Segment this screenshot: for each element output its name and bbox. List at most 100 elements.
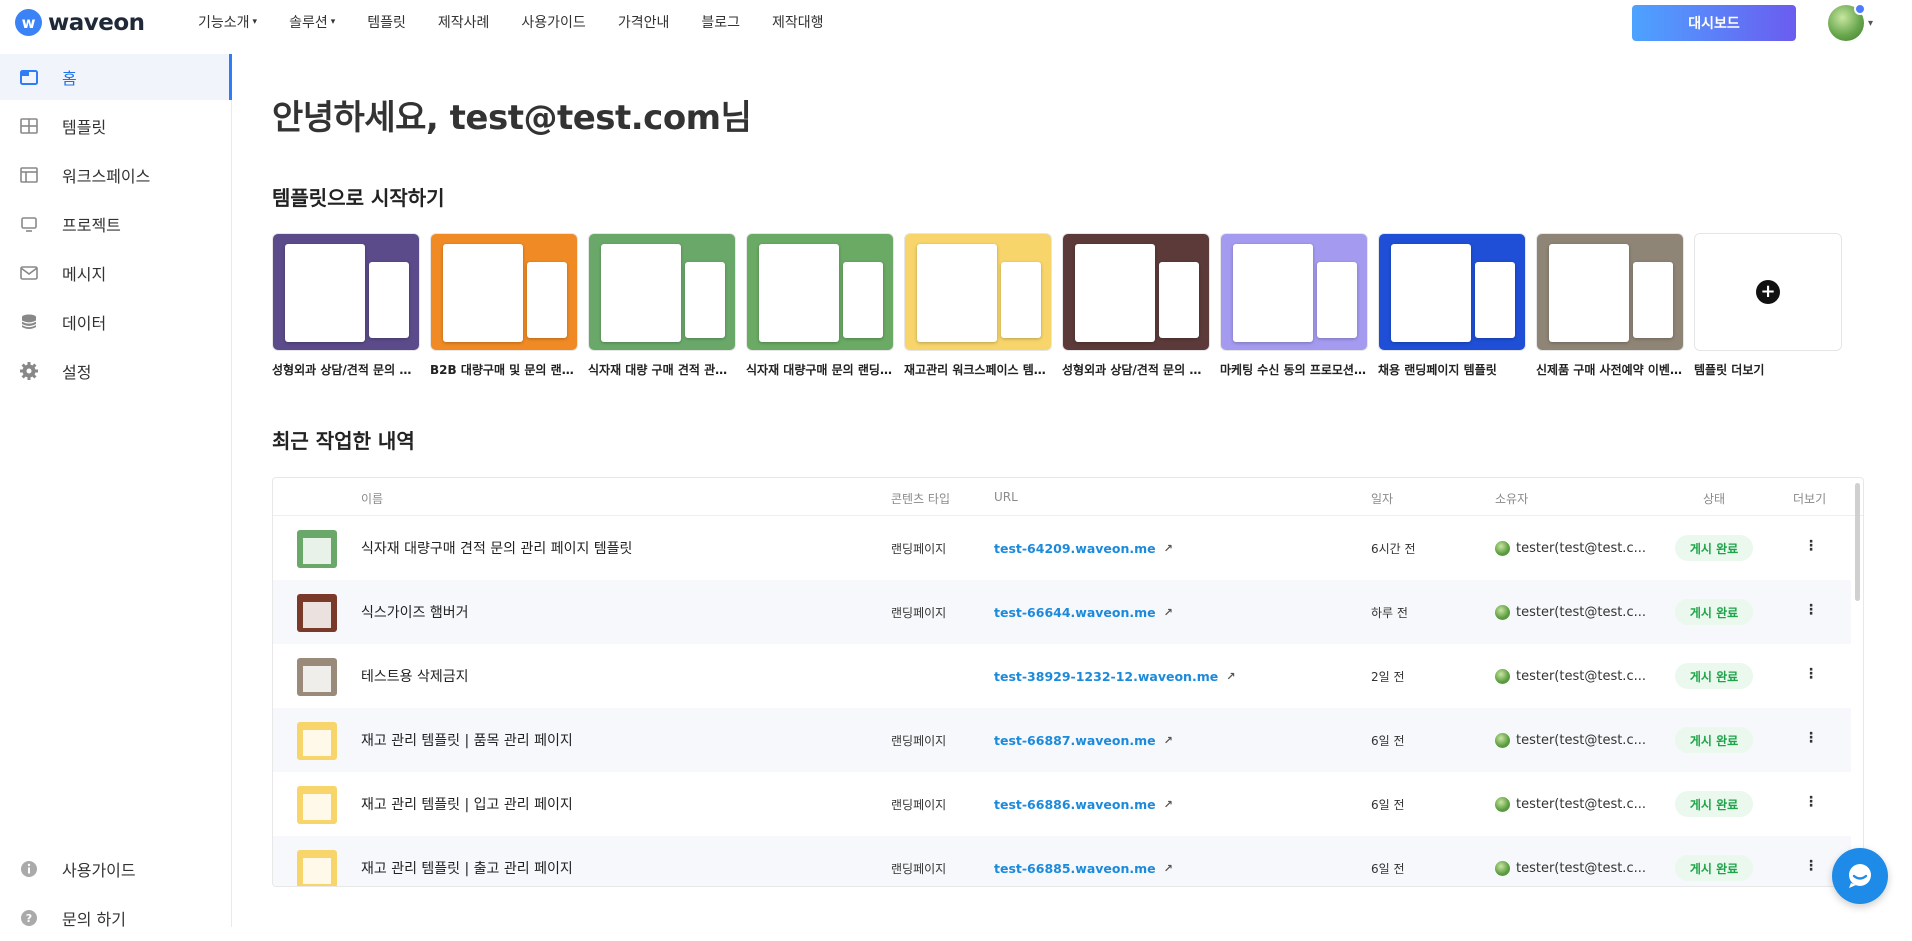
status-badge: 게시 완료 bbox=[1675, 855, 1753, 881]
more-options-icon[interactable]: ⋮ bbox=[1803, 666, 1819, 686]
user-menu[interactable]: ▾ bbox=[1828, 3, 1874, 41]
nav-item-6[interactable]: 블로그 bbox=[701, 12, 740, 32]
header-owner: 소유자 bbox=[1495, 492, 1529, 506]
template-card[interactable]: 식자재 대량 구매 견적 관리 페이지 bbox=[588, 233, 736, 378]
nav-item-label: 블로그 bbox=[701, 15, 740, 31]
template-name: 성형외과 상담/견적 문의 랜딩페이지 bbox=[1062, 363, 1210, 377]
row-type: 랜딩페이지 bbox=[891, 861, 947, 876]
sidebar: 홈 템플릿 워크스페이스 프로젝트 메시지 데이터 설정 사용가이드? 문의 하기 bbox=[0, 54, 232, 929]
external-link-icon: ↗ bbox=[1226, 669, 1236, 683]
template-card[interactable]: 채용 랜딩페이지 템플릿 bbox=[1378, 233, 1526, 378]
more-options-icon[interactable]: ⋮ bbox=[1803, 794, 1819, 814]
template-name: B2B 대량구매 및 문의 랜딩페이지 bbox=[430, 363, 578, 377]
table-row[interactable]: 재고 관리 템플릿 | 입고 관리 페이지 랜딩페이지 test-66886.wav… bbox=[273, 772, 1851, 836]
table-row[interactable]: 테스트용 삭제금지 test-38929-1232-12.waveon.me ↗ 2일… bbox=[273, 644, 1851, 708]
nav-item-7[interactable]: 제작대행 bbox=[772, 12, 824, 32]
sidebar-item-label: 문의 하기 bbox=[62, 910, 126, 929]
nav-item-4[interactable]: 사용가이드 bbox=[521, 12, 585, 32]
row-owner: tester(test@test.c... bbox=[1495, 516, 1646, 580]
template-thumbnail bbox=[430, 233, 578, 351]
row-type: 랜딩페이지 bbox=[891, 605, 947, 620]
template-name: 채용 랜딩페이지 템플릿 bbox=[1378, 363, 1497, 377]
sidebar-bottom-item-1[interactable]: ? 문의 하기 bbox=[0, 895, 232, 941]
nav-item-5[interactable]: 가격안내 bbox=[618, 12, 670, 32]
owner-name: tester(test@test.c... bbox=[1516, 604, 1646, 620]
row-name: 테스트용 삭제금지 bbox=[361, 669, 469, 685]
row-owner: tester(test@test.c... bbox=[1495, 708, 1646, 772]
template-card[interactable]: B2B 대량구매 및 문의 랜딩페이지 bbox=[430, 233, 578, 378]
row-url-link[interactable]: test-64209.waveon.me ↗ bbox=[994, 516, 1173, 580]
nav-item-2[interactable]: 템플릿 bbox=[367, 12, 406, 32]
logo-text: waveon bbox=[48, 9, 145, 36]
more-templates-card[interactable]: + 템플릿 더보기 bbox=[1694, 233, 1842, 378]
notification-dot bbox=[1854, 3, 1866, 15]
sidebar-item-label: 프로젝트 bbox=[62, 216, 121, 235]
more-options-icon[interactable]: ⋮ bbox=[1803, 730, 1819, 750]
status-badge: 게시 완료 bbox=[1675, 791, 1753, 817]
table-header: 이름 콘텐츠 타입 URL 일자 소유자 상태 더보기 bbox=[273, 478, 1863, 516]
sidebar-item-3[interactable]: 프로젝트 bbox=[0, 201, 232, 247]
sidebar-item-label: 설정 bbox=[62, 363, 92, 382]
info-icon bbox=[18, 858, 40, 880]
nav-item-1[interactable]: 솔루션 ▾ bbox=[289, 12, 335, 32]
template-thumbnail bbox=[1536, 233, 1684, 351]
template-card[interactable]: 마케팅 수신 동의 프로모션 페이지 bbox=[1220, 233, 1368, 378]
header-url: URL bbox=[994, 490, 1018, 504]
chat-button[interactable] bbox=[1832, 848, 1888, 904]
row-name: 재고 관리 템플릿 | 출고 관리 페이지 bbox=[361, 861, 573, 877]
owner-avatar bbox=[1495, 604, 1510, 620]
chevron-down-icon: ▾ bbox=[1868, 17, 1874, 29]
nav-item-3[interactable]: 제작사례 bbox=[438, 12, 490, 32]
more-options-icon[interactable]: ⋮ bbox=[1803, 858, 1819, 878]
owner-avatar bbox=[1495, 732, 1510, 748]
row-url-link[interactable]: test-38929-1232-12.waveon.me ↗ bbox=[994, 644, 1235, 708]
nav-item-0[interactable]: 기능소개 ▾ bbox=[198, 12, 257, 32]
status-badge: 게시 완료 bbox=[1675, 727, 1753, 753]
sidebar-item-0[interactable]: 홈 bbox=[0, 54, 232, 100]
row-date: 6일 전 bbox=[1371, 861, 1405, 876]
sidebar-bottom-item-0[interactable]: 사용가이드 bbox=[0, 846, 232, 892]
row-owner: tester(test@test.c... bbox=[1495, 836, 1646, 886]
template-name: 마케팅 수신 동의 프로모션 페이지 bbox=[1220, 363, 1368, 377]
template-thumbnail bbox=[904, 233, 1052, 351]
nav-item-label: 사용가이드 bbox=[521, 15, 586, 31]
sidebar-item-6[interactable]: 설정 bbox=[0, 348, 232, 394]
template-name: 재고관리 워크스페이스 템플릿 bbox=[904, 363, 1052, 377]
sidebar-item-1[interactable]: 템플릿 bbox=[0, 103, 232, 149]
top-navbar: w waveon 기능소개 ▾ 솔루션 ▾ 템플릿 제작사례 사용가이드 가격안내 블로그 제작대… bbox=[0, 0, 1912, 44]
template-card[interactable]: 성형외과 상담/견적 문의 랜딩페이지 bbox=[272, 233, 420, 378]
row-type: 랜딩페이지 bbox=[891, 541, 947, 556]
template-card[interactable]: 신제품 구매 사전예약 이벤트 페이지 bbox=[1536, 233, 1684, 378]
workspace-icon bbox=[18, 164, 40, 186]
table-row[interactable]: 재고 관리 템플릿 | 품목 관리 페이지 랜딩페이지 test-66887.wav… bbox=[273, 708, 1851, 772]
sidebar-item-5[interactable]: 데이터 bbox=[0, 299, 232, 345]
recent-table: 이름 콘텐츠 타입 URL 일자 소유자 상태 더보기 식자재 대량구매 견적 … bbox=[272, 477, 1864, 887]
template-card[interactable]: 재고관리 워크스페이스 템플릿 bbox=[904, 233, 1052, 378]
row-url-link[interactable]: test-66885.waveon.me ↗ bbox=[994, 836, 1173, 886]
brand-logo[interactable]: w waveon bbox=[15, 9, 145, 36]
row-url-link[interactable]: test-66887.waveon.me ↗ bbox=[994, 708, 1173, 772]
table-scrollbar[interactable] bbox=[1855, 483, 1860, 601]
row-url-link[interactable]: test-66644.waveon.me ↗ bbox=[994, 580, 1173, 644]
table-row[interactable]: 식자재 대량구매 견적 문의 관리 페이지 템플릿 랜딩페이지 test-64209… bbox=[273, 516, 1851, 580]
sidebar-item-label: 사용가이드 bbox=[62, 861, 136, 880]
row-owner: tester(test@test.c... bbox=[1495, 772, 1646, 836]
template-list: 성형외과 상담/견적 문의 랜딩페이지 B2B 대량구매 및 문의 랜딩페이지 식자… bbox=[272, 233, 1842, 378]
more-options-icon[interactable]: ⋮ bbox=[1803, 602, 1819, 622]
row-date: 6시간 전 bbox=[1371, 541, 1416, 556]
template-thumbnail bbox=[1378, 233, 1526, 351]
sidebar-item-4[interactable]: 메시지 bbox=[0, 250, 232, 296]
table-row[interactable]: 재고 관리 템플릿 | 출고 관리 페이지 랜딩페이지 test-66885.wav… bbox=[273, 836, 1851, 886]
template-card[interactable]: 식자재 대량구매 문의 랜딩페이지 bbox=[746, 233, 894, 378]
sidebar-item-label: 워크스페이스 bbox=[62, 167, 151, 186]
sidebar-item-2[interactable]: 워크스페이스 bbox=[0, 152, 232, 198]
table-row[interactable]: 식스가이즈 햄버거 랜딩페이지 test-66644.waveon.me ↗ 하루 전 t… bbox=[273, 580, 1851, 644]
row-url: test-66887.waveon.me bbox=[994, 732, 1156, 748]
dashboard-button[interactable]: 대시보드 bbox=[1632, 5, 1796, 41]
template-name: 식자재 대량 구매 견적 관리 페이지 bbox=[588, 363, 736, 377]
template-card[interactable]: 성형외과 상담/견적 문의 랜딩페이지 bbox=[1062, 233, 1210, 378]
more-options-icon[interactable]: ⋮ bbox=[1803, 538, 1819, 558]
row-url-link[interactable]: test-66886.waveon.me ↗ bbox=[994, 772, 1173, 836]
row-date: 6일 전 bbox=[1371, 733, 1405, 748]
sidebar-item-label: 홈 bbox=[62, 69, 77, 88]
